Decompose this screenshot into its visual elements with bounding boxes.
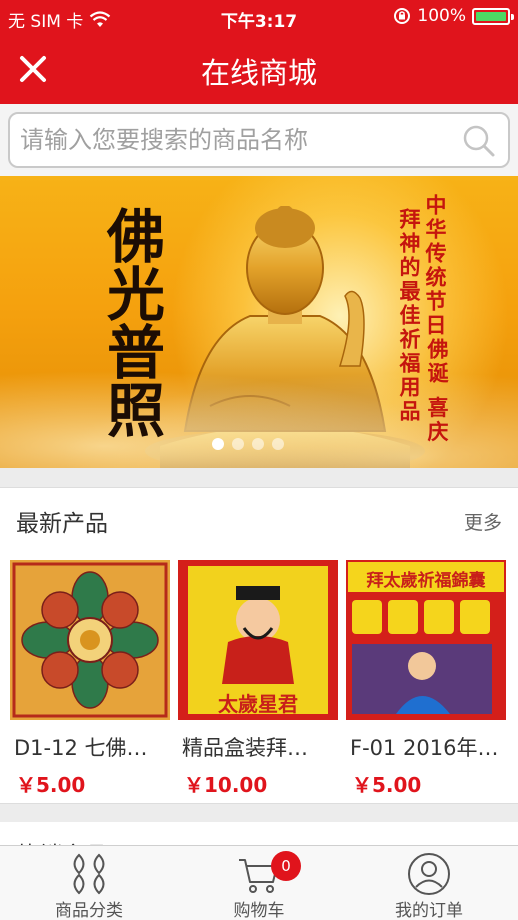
top-bar: 无 SIM 卡 下午3:17 100% 在线商城 xyxy=(0,0,518,104)
nav-header: 在线商城 xyxy=(0,34,518,104)
search-input[interactable] xyxy=(20,122,450,158)
tab-orders[interactable]: 我的订单 xyxy=(343,846,515,920)
tab-cart[interactable]: 0 购物车 xyxy=(173,846,345,920)
page-title: 在线商城 xyxy=(200,56,317,90)
battery-percent: 100% xyxy=(417,6,466,26)
product-card[interactable]: 拜太歲祈福錦囊 F-01 2016年… ￥5.00 xyxy=(346,560,510,800)
rotation-lock-icon xyxy=(394,8,411,24)
tab-label: 我的订单 xyxy=(395,901,463,920)
pagination-dot[interactable] xyxy=(212,438,224,450)
product-price: ￥5.00 xyxy=(16,773,86,797)
latest-products-section: 最新产品 更多 D1-12 七佛… ￥5.00 太歲星君 精品盒装拜… ￥10.… xyxy=(0,487,518,804)
section-title: 最新产品 xyxy=(16,511,108,537)
product-price: ￥5.00 xyxy=(352,773,422,797)
product-image[interactable] xyxy=(10,560,170,720)
product-name: 精品盒装拜… xyxy=(182,736,308,760)
product-image-caption: 拜太歲祈福錦囊 xyxy=(366,571,486,591)
search-icon[interactable] xyxy=(462,124,496,158)
user-icon xyxy=(408,853,450,895)
app-screen: 无 SIM 卡 下午3:17 100% 在线商城 请输入您要搜索的商品名称 佛光… xyxy=(0,0,518,920)
tab-category[interactable]: 商品分类 xyxy=(3,846,175,920)
search-area xyxy=(0,104,518,176)
banner-text-1: 中华传统节日 xyxy=(423,194,448,338)
search-box[interactable] xyxy=(8,112,510,168)
status-bar: 无 SIM 卡 下午3:17 100% xyxy=(0,0,518,34)
category-icon xyxy=(73,853,105,895)
pagination-dot[interactable] xyxy=(252,438,264,450)
status-right: 100% xyxy=(393,6,514,26)
tab-label: 购物车 xyxy=(233,901,285,920)
pagination-dot[interactable] xyxy=(232,438,244,450)
product-list: D1-12 七佛… ￥5.00 太歲星君 精品盒装拜… ￥10.00 拜太歲祈福… xyxy=(0,560,518,800)
battery-icon xyxy=(472,7,514,25)
product-name: D1-12 七佛… xyxy=(14,736,148,760)
product-image[interactable]: 拜太歲祈福錦囊 xyxy=(346,560,506,720)
tab-bar: 商品分类 0 购物车 我的订单 xyxy=(0,845,518,920)
banner-calligraphy: 佛光普照 xyxy=(97,206,165,438)
product-image[interactable]: 太歲星君 xyxy=(178,560,338,720)
product-card[interactable]: 太歲星君 精品盒装拜… ￥10.00 xyxy=(178,560,342,800)
banner-text-2: 拜神的最佳祈福用品 xyxy=(397,208,422,424)
more-link[interactable]: 更多 xyxy=(464,508,502,535)
product-price: ￥10.00 xyxy=(184,773,268,797)
product-name: F-01 2016年… xyxy=(350,736,499,760)
pagination-dot[interactable] xyxy=(272,438,284,450)
banner-pagination xyxy=(212,438,284,450)
banner-text-3: 佛诞 喜庆 xyxy=(425,338,450,445)
product-image-caption: 太歲星君 xyxy=(218,692,298,716)
tab-label: 商品分类 xyxy=(55,901,123,920)
cart-badge: 0 xyxy=(271,851,301,881)
product-card[interactable]: D1-12 七佛… ￥5.00 xyxy=(10,560,174,800)
